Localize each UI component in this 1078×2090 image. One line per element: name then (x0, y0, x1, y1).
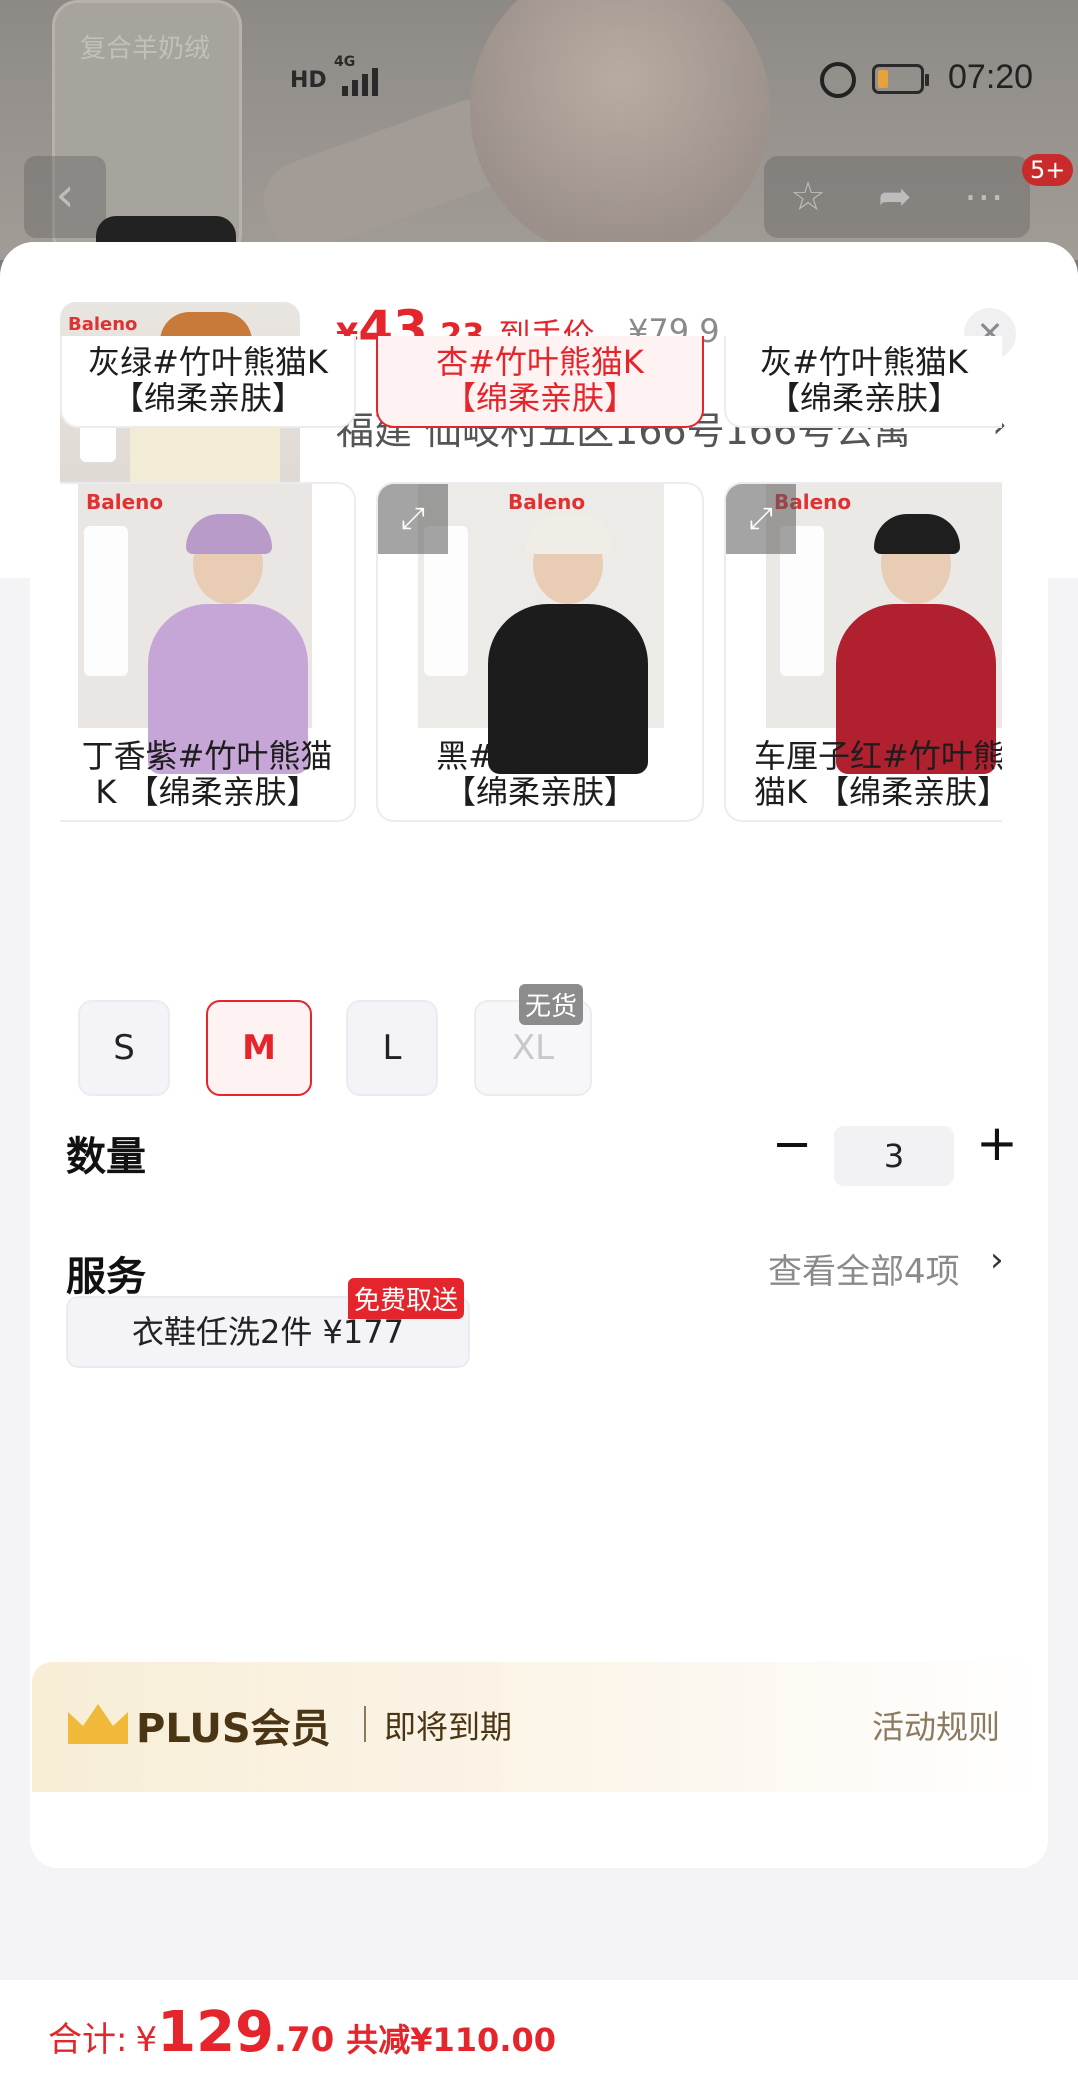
size-option-l[interactable]: L (346, 1000, 438, 1096)
color-option-line2: 【绵柔亲肤】 (767, 379, 960, 417)
color-option-gray-green[interactable]: 灰绿#竹叶熊猫K 【绵柔亲肤】 (60, 336, 356, 428)
total-currency: ¥ (135, 2020, 158, 2060)
total-decimal: .70 (274, 2020, 335, 2060)
color-option-gray[interactable]: 灰#竹叶熊猫K 【绵柔亲肤】 (724, 336, 1002, 428)
color-option-line2: K 【绵柔亲肤】 (95, 773, 319, 811)
sku-selector-sheet: Baleno ¥ 43 .23 到手价 ¥79.9 ✕ 福建 仙岐村五区166号… (0, 242, 1078, 2090)
color-option-line2: 【绵柔亲肤】 (111, 379, 304, 417)
star-icon: ☆ (790, 174, 826, 220)
free-pickup-tag: 免费取送 (348, 1278, 465, 1319)
total-integer: 129 (157, 2000, 275, 2065)
total-saving: 共减¥110.00 (346, 2021, 557, 2059)
beanie (526, 514, 612, 554)
color-option-lilac[interactable]: Baleno 丁香紫#竹叶熊猫 K 【绵柔亲肤】 (60, 482, 356, 822)
service-view-all-link[interactable]: 查看全部4项 (768, 1244, 960, 1293)
notification-badge: 5+ (1022, 154, 1074, 186)
quantity-title: 数量 (66, 1134, 146, 1180)
color-option-image: Baleno (418, 484, 664, 774)
quantity-increase-button[interactable]: + (976, 1114, 1018, 1172)
headphones (186, 514, 272, 554)
soldout-badge: 无货 (519, 984, 584, 1025)
plus-subtitle: 即将到期 (384, 1708, 513, 1746)
service-title: 服务 (66, 1254, 146, 1300)
alarm-icon (820, 62, 856, 98)
activity-rules-link[interactable]: 活动规则 (872, 1702, 1000, 1748)
quantity-decrease-button[interactable]: − (772, 1116, 812, 1172)
more-icon: ⋯ (963, 174, 1004, 220)
divider (364, 1706, 366, 1742)
status-time: 07:20 (948, 58, 1034, 96)
brand-logo: Baleno (68, 314, 138, 335)
color-option-line2: 【绵柔亲肤】 (443, 773, 636, 811)
color-option-image: Baleno (78, 484, 312, 774)
color-option-black[interactable]: Baleno ⤢ 黑#竹叶熊猫K 【绵柔亲肤】 (376, 482, 704, 822)
expand-icon[interactable]: ⤢ (726, 484, 796, 554)
hd-indicator: HD (290, 68, 327, 93)
color-option-apricot[interactable]: 杏#竹叶熊猫K 【绵柔亲肤】 (376, 336, 704, 428)
size-option-s[interactable]: S (78, 1000, 170, 1096)
back-arrow-icon: ‹ (24, 156, 106, 238)
brand-logo: Baleno (508, 490, 586, 514)
brand-logo: Baleno (86, 490, 164, 514)
color-option-line2: 猫K 【绵柔亲肤】 (754, 773, 1002, 811)
crown-icon (68, 1704, 128, 1744)
quantity-input[interactable]: 3 (834, 1126, 954, 1186)
color-option-image: Baleno (766, 484, 1002, 774)
background-model-photo (470, 0, 770, 260)
expand-icon[interactable]: ⤢ (378, 484, 448, 554)
plus-membership-bar[interactable]: PLUS会员 即将到期 活动规则 (32, 1662, 1046, 1792)
share-icon: ➦ (878, 174, 912, 220)
plus-title: PLUS会员 (136, 1706, 331, 1752)
size-option-m[interactable]: M (206, 1000, 312, 1096)
color-option-cherry-red[interactable]: Baleno ⤢ 车厘子红#竹叶熊 猫K 【绵柔亲肤】 (724, 482, 1002, 822)
cap (874, 514, 960, 554)
checkout-footer: 合计: ¥ 129 .70 共减¥110.00 (0, 1980, 1078, 2090)
color-option-line2: 【绵柔亲肤】 (443, 379, 636, 417)
background-actions: ☆ ➦ ⋯ (764, 156, 1030, 238)
image-info-panel (84, 526, 128, 676)
battery-icon (872, 64, 929, 94)
order-total: 合计: ¥ 129 .70 共减¥110.00 (48, 2000, 556, 2065)
status-bar: HD 4G 07:20 (0, 54, 1078, 106)
signal-icon (332, 60, 386, 96)
chevron-right-icon[interactable]: › (990, 1240, 1004, 1280)
total-label: 合计: (48, 2020, 128, 2060)
